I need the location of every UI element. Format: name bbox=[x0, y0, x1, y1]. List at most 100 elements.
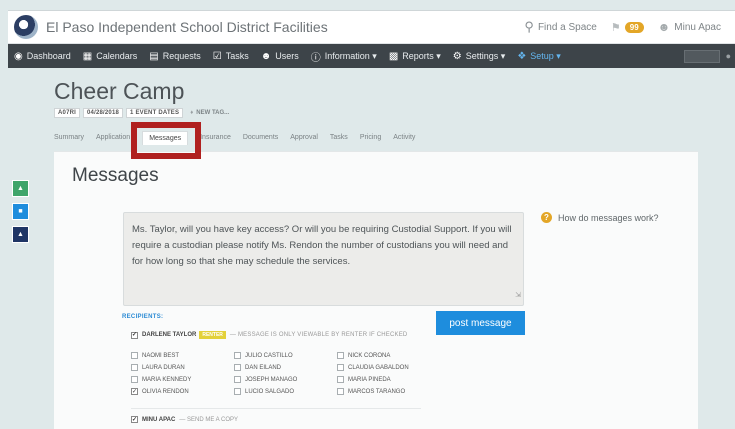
find-space-link[interactable]: ⚲ Find a Space bbox=[524, 19, 596, 35]
self-note: — SEND ME A COPY bbox=[179, 416, 239, 423]
resize-handle-icon[interactable]: ⇲ bbox=[515, 288, 521, 304]
recipient-checkbox[interactable] bbox=[337, 364, 344, 371]
request-id-tag: A07RI bbox=[54, 108, 81, 118]
recipient-name: LAURA DURAN bbox=[142, 364, 185, 371]
recipient-item: MARCOS TARANGO bbox=[337, 388, 421, 395]
tab-activity[interactable]: Activity bbox=[393, 134, 415, 145]
recipient-checkbox[interactable] bbox=[131, 364, 138, 371]
recipient-checkbox[interactable] bbox=[131, 376, 138, 383]
recipient-checkbox[interactable] bbox=[337, 388, 344, 395]
recipient-checkbox[interactable] bbox=[234, 364, 241, 371]
nav-label: Settings ▾ bbox=[465, 50, 506, 61]
recipient-name: CLAUDIA GABALDON bbox=[348, 364, 409, 371]
help-text: How do messages work? bbox=[558, 212, 659, 223]
help-link[interactable]: ? How do messages work? bbox=[541, 212, 659, 223]
request-meta: A07RI 04/28/2018 1 EVENT DATES ♦ NEW TAG.… bbox=[54, 108, 229, 118]
side-bookmark-button[interactable]: ▲ bbox=[12, 180, 29, 197]
app-title: El Paso Independent School District Faci… bbox=[46, 19, 328, 35]
nav-label: Dashboard bbox=[26, 51, 71, 61]
nav-setup[interactable]: ❖ Setup ▾ bbox=[517, 51, 561, 62]
tab-pricing[interactable]: Pricing bbox=[360, 134, 381, 145]
recipient-item: NICK CORONA bbox=[337, 352, 421, 359]
page-title: Cheer Camp bbox=[54, 78, 185, 104]
tab-application[interactable]: Application bbox=[96, 134, 130, 145]
tab-summary[interactable]: Summary bbox=[54, 134, 84, 145]
flag-icon: ⚑ bbox=[610, 21, 621, 34]
recipient-checkbox[interactable] bbox=[337, 376, 344, 383]
self-copy-checkbox[interactable]: ✓ bbox=[131, 416, 138, 423]
recipient-item: JULIO CASTILLO bbox=[234, 352, 337, 359]
dashboard-icon: ◉ bbox=[14, 50, 23, 62]
tab-approval[interactable]: Approval bbox=[290, 134, 318, 145]
nav-requests[interactable]: ▤ Requests bbox=[149, 51, 200, 62]
viewable-note: — MESSAGE IS ONLY VIEWABLE BY RENTER IF … bbox=[229, 332, 408, 338]
nav-reports[interactable]: ▩ Reports ▾ bbox=[389, 51, 441, 62]
recipient-checkbox[interactable] bbox=[234, 388, 241, 395]
tab-documents[interactable]: Documents bbox=[243, 134, 278, 145]
recipient-checkbox[interactable]: ✓ bbox=[131, 388, 138, 395]
notification-badge: 99 bbox=[624, 21, 644, 33]
tab-tasks[interactable]: Tasks bbox=[330, 134, 348, 145]
nav-label: Information ▾ bbox=[324, 50, 377, 61]
post-message-button[interactable]: post message bbox=[436, 311, 525, 335]
recipient-item: LUCIO SALGADO bbox=[234, 388, 337, 395]
recipient-checkbox[interactable] bbox=[337, 352, 344, 359]
nav-search-input[interactable] bbox=[683, 49, 720, 63]
help-icon: ? bbox=[541, 212, 552, 223]
recipients-label: RECIPIENTS: bbox=[122, 314, 164, 320]
calendar-icon: ▦ bbox=[82, 50, 93, 62]
recipient-name: MARIA KENNEDY bbox=[142, 376, 192, 383]
recipient-checkbox[interactable] bbox=[131, 352, 138, 359]
info-icon: ⓘ bbox=[310, 52, 321, 64]
recipient-name: JULIO CASTILLO bbox=[245, 352, 293, 359]
nav-label: Calendars bbox=[96, 51, 138, 61]
side-triangle-button[interactable]: ▲ bbox=[12, 226, 29, 243]
nav-label: Setup ▾ bbox=[530, 50, 561, 61]
renter-badge: RENTER bbox=[199, 331, 226, 339]
bookmark-icon: ▲ bbox=[17, 185, 24, 192]
recipient-item: MARIA PINEDA bbox=[337, 376, 421, 383]
district-logo-icon bbox=[14, 15, 38, 39]
recipient-item: ✓ OLIVIA RENDON bbox=[131, 388, 234, 395]
recipient-item: MARIA KENNEDY bbox=[131, 376, 234, 383]
recipient-name: NAOMI BEST bbox=[142, 352, 180, 359]
notifications-button[interactable]: ⚑ 99 bbox=[611, 21, 644, 34]
nav-overflow-icon[interactable]: ● bbox=[726, 51, 731, 61]
user-menu[interactable]: ☻ Minu Apac bbox=[658, 20, 721, 34]
recipient-name: JOSEPH MANAGO bbox=[245, 376, 298, 383]
nav-calendars[interactable]: ▦ Calendars bbox=[83, 51, 137, 62]
nav-users[interactable]: ☻ Users bbox=[261, 51, 299, 62]
self-recipient: ✓ MINU APAC — SEND ME A COPY bbox=[131, 416, 238, 423]
users-icon: ☻ bbox=[260, 50, 272, 62]
request-tabs: Summary Application Messages Insurance D… bbox=[54, 131, 427, 145]
recipient-name: LUCIO SALGADO bbox=[245, 388, 295, 395]
nav-settings[interactable]: ⚙ Settings ▾ bbox=[453, 51, 506, 62]
nav-label: Users bbox=[275, 51, 299, 61]
event-dates-tag[interactable]: 1 EVENT DATES bbox=[126, 108, 184, 118]
recipient-item: DAN EILAND bbox=[234, 364, 337, 371]
bar-chart-icon: ▩ bbox=[388, 50, 399, 62]
recipient-item: CLAUDIA GABALDON bbox=[337, 364, 421, 371]
nav-information[interactable]: ⓘ Information ▾ bbox=[311, 49, 377, 64]
wrench-icon: ❖ bbox=[517, 50, 527, 62]
message-textarea[interactable]: Ms. Taylor, will you have key access? Or… bbox=[123, 212, 524, 306]
primary-recipient-name: DARLENE TAYLOR bbox=[142, 332, 197, 338]
new-tag-link[interactable]: ♦ NEW TAG... bbox=[190, 110, 229, 116]
recipient-checkbox[interactable]: ✓ bbox=[131, 331, 138, 339]
recipient-item: LAURA DURAN bbox=[131, 364, 234, 371]
tag-icon: ♦ bbox=[190, 110, 194, 116]
recipient-checkbox[interactable] bbox=[234, 376, 241, 383]
search-icon: ⚲ bbox=[524, 19, 534, 34]
recipient-checkbox[interactable] bbox=[234, 352, 241, 359]
main-nav: ◉ Dashboard ▦ Calendars ▤ Requests ☑ Tasks ☻… bbox=[8, 44, 735, 68]
recipient-name: OLIVIA RENDON bbox=[142, 388, 189, 395]
tab-insurance[interactable]: Insurance bbox=[200, 134, 231, 145]
nav-label: Tasks bbox=[225, 51, 249, 61]
recipient-name: NICK CORONA bbox=[348, 352, 391, 359]
new-tag-label: NEW TAG... bbox=[196, 110, 230, 116]
messages-heading: Messages bbox=[72, 165, 159, 186]
primary-recipient: ✓ DARLENE TAYLOR RENTER — MESSAGE IS ONL… bbox=[131, 331, 407, 339]
nav-dashboard[interactable]: ◉ Dashboard bbox=[14, 51, 71, 62]
nav-tasks[interactable]: ☑ Tasks bbox=[213, 51, 249, 62]
side-square-button[interactable]: ■ bbox=[12, 203, 29, 220]
